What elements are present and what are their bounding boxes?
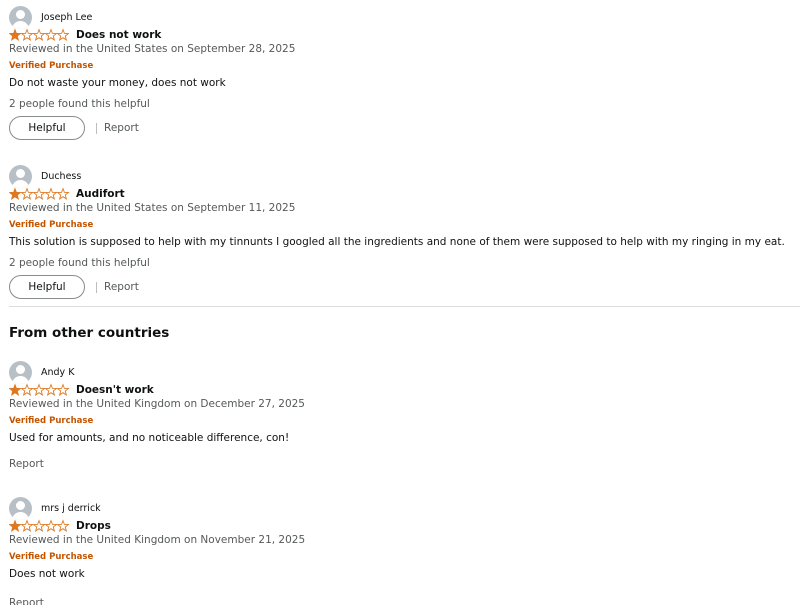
review-body: Do not waste your money, does not work xyxy=(9,77,226,89)
review-date: Reviewed in the United Kingdom on Decemb… xyxy=(9,398,305,410)
star-empty-icon xyxy=(32,383,46,396)
avatar-icon xyxy=(9,496,32,520)
verified-purchase-badge: Verified Purchase xyxy=(9,220,94,230)
helpful-button[interactable]: Helpful xyxy=(9,275,85,299)
star-filled-icon xyxy=(9,187,22,200)
helpful-button[interactable]: Helpful xyxy=(9,116,85,140)
star-rating-icon xyxy=(9,383,70,396)
verified-purchase-badge: Verified Purchase xyxy=(9,416,94,426)
review-card: Andy K Doesn't work Reviewed in the Unit… xyxy=(9,360,800,475)
review-body: Used for amounts, and no noticeable diff… xyxy=(9,432,290,444)
helpful-count: 2 people found this helpful xyxy=(9,257,150,269)
star-empty-icon xyxy=(44,187,58,200)
star-empty-icon xyxy=(32,519,46,532)
reviewer-profile[interactable]: mrs j derrick xyxy=(9,496,101,520)
reviewer-name: Joseph Lee xyxy=(41,11,93,23)
star-empty-icon xyxy=(56,28,70,41)
star-empty-icon xyxy=(20,519,34,532)
star-empty-icon xyxy=(56,187,70,200)
review-card: mrs j derrick Drops Reviewed in the Unit… xyxy=(9,496,800,605)
review-title[interactable]: Does not work xyxy=(76,29,161,41)
star-rating-icon xyxy=(9,187,70,200)
avatar-icon xyxy=(9,360,32,384)
report-link[interactable]: Report xyxy=(104,281,139,293)
review-title[interactable]: Drops xyxy=(76,520,111,532)
star-filled-icon xyxy=(9,383,22,396)
report-link[interactable]: Report xyxy=(104,122,139,134)
review-date: Reviewed in the United States on Septemb… xyxy=(9,43,296,55)
section-divider xyxy=(9,306,800,307)
review-title[interactable]: Doesn't work xyxy=(76,384,154,396)
divider xyxy=(96,281,97,293)
review-date: Reviewed in the United Kingdom on Novemb… xyxy=(9,534,306,546)
review-card: Joseph Lee Does not work Reviewed in the… xyxy=(9,5,800,140)
star-empty-icon xyxy=(44,519,58,532)
star-empty-icon xyxy=(32,28,46,41)
star-rating-icon xyxy=(9,28,70,41)
star-rating-icon xyxy=(9,519,70,532)
report-link[interactable]: Report xyxy=(9,458,44,470)
reviewer-profile[interactable]: Joseph Lee xyxy=(9,5,92,29)
star-empty-icon xyxy=(44,28,58,41)
star-empty-icon xyxy=(56,383,70,396)
star-empty-icon xyxy=(56,519,70,532)
avatar-icon xyxy=(9,164,32,188)
star-empty-icon xyxy=(20,383,34,396)
verified-purchase-badge: Verified Purchase xyxy=(9,61,94,71)
reviewer-name: Andy K xyxy=(41,366,75,378)
avatar-icon xyxy=(9,5,32,29)
review-card: Duchess Audifort Reviewed in the United … xyxy=(9,164,800,299)
review-body: This solution is supposed to help with m… xyxy=(9,236,785,248)
star-empty-icon xyxy=(20,187,34,200)
reviewer-profile[interactable]: Andy K xyxy=(9,360,74,384)
star-empty-icon xyxy=(32,187,46,200)
star-filled-icon xyxy=(9,28,22,41)
star-empty-icon xyxy=(20,28,34,41)
divider xyxy=(96,122,97,134)
verified-purchase-badge: Verified Purchase xyxy=(9,552,94,562)
review-date: Reviewed in the United States on Septemb… xyxy=(9,202,296,214)
reviewer-name: mrs j derrick xyxy=(41,502,101,514)
helpful-count: 2 people found this helpful xyxy=(9,98,150,110)
star-filled-icon xyxy=(9,519,22,532)
reviewer-profile[interactable]: Duchess xyxy=(9,164,81,188)
review-title[interactable]: Audifort xyxy=(76,188,125,200)
star-empty-icon xyxy=(44,383,58,396)
reviewer-name: Duchess xyxy=(41,170,82,182)
review-body: Does not work xyxy=(9,568,85,580)
report-link[interactable]: Report xyxy=(9,597,44,605)
section-heading: From other countries xyxy=(9,325,170,341)
